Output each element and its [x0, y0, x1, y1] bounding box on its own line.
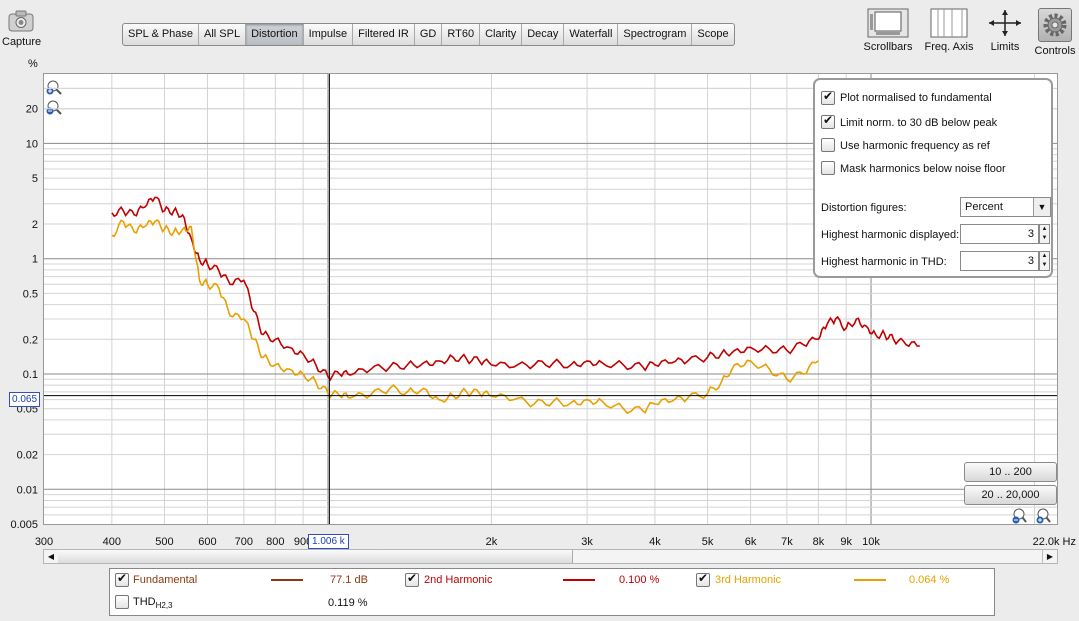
h3-value: 0.064 % [909, 574, 950, 586]
x-tick-label: 8k [813, 536, 825, 548]
fundamental-label: Fundamental [133, 574, 198, 586]
y-tick-label: 0.02 [17, 450, 38, 462]
x-tick-label: 3k [581, 536, 593, 548]
h2-value: 0.100 % [619, 574, 660, 586]
zoom-in-x-icon[interactable] [1035, 507, 1053, 525]
series-line-h2 [111, 196, 920, 382]
h3-swatch [854, 579, 886, 581]
cursor-x-readout: 1.006 k [308, 534, 349, 549]
h3-checkbox[interactable] [696, 571, 710, 587]
highest-thd-input[interactable]: 3 [960, 251, 1039, 271]
y-tick-label: 5 [32, 173, 38, 185]
range-10-200-button[interactable]: 10 .. 200 [964, 462, 1057, 482]
fundamental-swatch [271, 579, 303, 581]
mask-harmonics-label: Mask harmonics below noise floor [840, 163, 1006, 175]
h2-checkbox[interactable] [405, 571, 419, 587]
thd-label: THDH2,3 [133, 596, 173, 611]
horizontal-scrollbar[interactable]: ◀ ▶ [43, 549, 1058, 564]
highest-displayed-label: Highest harmonic displayed: [821, 229, 960, 241]
limit-norm-checkbox[interactable] [821, 113, 835, 129]
x-tick-label: 700 [235, 536, 253, 548]
chevron-down-icon: ▼ [1033, 198, 1050, 216]
y-tick-label: 2 [32, 219, 38, 231]
y-tick-label: 0.2 [23, 334, 38, 346]
harmonic-ref-checkbox[interactable] [821, 138, 835, 152]
legend-panel: Fundamental 77.1 dB 2nd Harmonic 0.100 %… [109, 568, 995, 616]
scroll-left-arrow-icon[interactable]: ◀ [44, 550, 59, 563]
x-tick-label: 5k [702, 536, 714, 548]
distortion-figures-label: Distortion figures: [821, 202, 907, 214]
y-tick-label: 20 [26, 104, 38, 116]
scroll-right-arrow-icon[interactable]: ▶ [1042, 550, 1057, 563]
cursor-y-readout: 0.065 [9, 392, 41, 407]
highest-thd-label: Highest harmonic in THD: [821, 256, 947, 268]
fundamental-checkbox[interactable] [115, 571, 129, 587]
series-line-h3 [111, 219, 819, 415]
y-tick-label: 10 [26, 138, 38, 150]
x-tick-label: 9k [840, 536, 852, 548]
highest-thd-spinner[interactable]: ▲ ▼ [1039, 251, 1050, 271]
mask-harmonics-checkbox[interactable] [821, 161, 835, 175]
x-tick-label: 7k [781, 536, 793, 548]
x-tick-label: 300 [35, 536, 53, 548]
harmonic-ref-label: Use harmonic frequency as ref [840, 140, 990, 152]
y-tick-label: 0.005 [10, 519, 38, 531]
x-tick-label: 4k [649, 536, 661, 548]
thd-checkbox[interactable] [115, 595, 129, 609]
thd-value: 0.119 % [328, 597, 368, 609]
fundamental-value: 77.1 dB [330, 574, 368, 586]
normalise-checkbox[interactable] [821, 89, 835, 105]
scrollbar-thumb[interactable] [58, 550, 573, 563]
x-tick-label: 600 [198, 536, 216, 548]
x-tick-label: 500 [155, 536, 173, 548]
h3-label: 3rd Harmonic [715, 574, 782, 586]
highest-displayed-input[interactable]: 3 [960, 224, 1039, 244]
y-tick-label: 0.5 [23, 288, 38, 300]
normalise-label: Plot normalised to fundamental [840, 92, 992, 104]
x-tick-label: 400 [103, 536, 121, 548]
x-tick-label: 800 [266, 536, 284, 548]
highest-displayed-spinner[interactable]: ▲ ▼ [1039, 224, 1050, 244]
controls-panel: Plot normalised to fundamental Limit nor… [813, 78, 1053, 278]
h2-label: 2nd Harmonic [424, 574, 493, 586]
limit-norm-label: Limit norm. to 30 dB below peak [840, 117, 998, 129]
x-tick-label: 10k [862, 536, 880, 548]
x-tick-label: 6k [745, 536, 757, 548]
range-20-20000-button[interactable]: 20 .. 20,000 [964, 485, 1057, 505]
y-tick-label: 1 [32, 254, 38, 266]
distortion-figures-select[interactable]: Percent ▼ [960, 197, 1051, 217]
x-tick-label: 22.0k Hz [1033, 536, 1076, 548]
x-tick-label: 2k [486, 536, 498, 548]
h2-swatch [563, 579, 595, 581]
y-tick-label: 0.01 [17, 484, 38, 496]
y-tick-label: 0.1 [23, 369, 38, 381]
zoom-out-x-icon[interactable] [1011, 507, 1029, 525]
